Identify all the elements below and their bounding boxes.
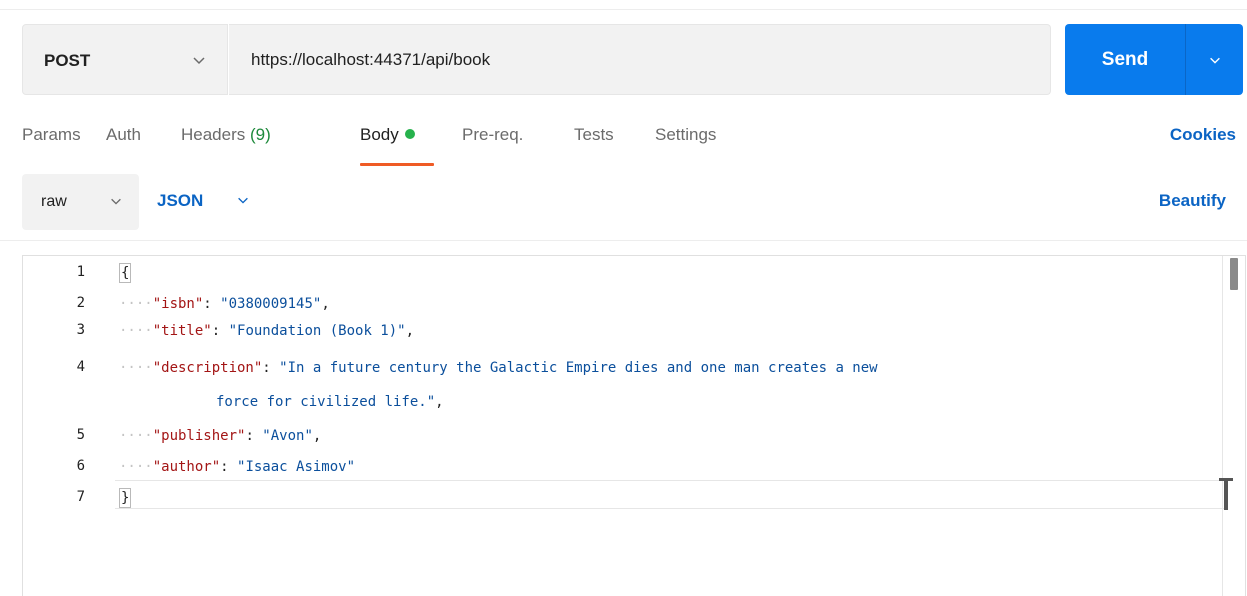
section-divider [0, 240, 1247, 241]
active-tab-indicator [360, 163, 434, 166]
method-label: POST [44, 51, 91, 70]
line-number: 7 [76, 489, 85, 505]
send-button-group: Send [1065, 24, 1243, 95]
url-input[interactable]: https://localhost:44371/api/book [229, 24, 1051, 95]
request-bar: POST https://localhost:44371/api/book Se… [22, 24, 1243, 95]
body-mode-select[interactable]: raw [22, 174, 139, 230]
open-brace: { [119, 263, 132, 283]
tab-tests[interactable]: Tests [574, 125, 614, 145]
tab-body-label: Body [360, 125, 399, 144]
code-line: ····"publisher": "Avon", [119, 428, 322, 444]
chevron-down-icon [193, 57, 205, 65]
tab-pre-request[interactable]: Pre-req. [462, 125, 523, 145]
code-line: { [119, 262, 132, 284]
send-options-button[interactable] [1186, 24, 1243, 95]
code-content: { ····"isbn": "0380009145", ····"title":… [119, 256, 1219, 596]
top-border [0, 0, 1247, 10]
chevron-down-icon [111, 198, 121, 205]
tab-params[interactable]: Params [22, 125, 81, 145]
line-number-gutter: 1 2 3 4 5 6 7 [23, 256, 115, 596]
code-editor[interactable]: 1 2 3 4 5 6 7 { ····"isbn": "0380009145"… [22, 255, 1246, 596]
chevron-down-icon [1209, 57, 1220, 64]
code-line: ····"description": "In a future century … [119, 360, 878, 376]
text-cursor-icon [1219, 478, 1233, 510]
line-number: 3 [76, 322, 85, 338]
send-button[interactable]: Send [1065, 24, 1185, 95]
code-line: ····"title": "Foundation (Book 1)", [119, 323, 415, 339]
tab-headers-label: Headers [181, 125, 246, 144]
body-mode-label: raw [41, 193, 67, 210]
chevron-down-icon[interactable] [236, 193, 250, 207]
method-select[interactable]: POST [22, 24, 228, 95]
code-line: ····"author": "Isaac Asimov" [119, 459, 356, 475]
url-text: https://localhost:44371/api/book [251, 50, 491, 69]
beautify-button[interactable]: Beautify [1159, 191, 1226, 211]
body-modified-dot [404, 129, 415, 139]
close-brace: } [119, 488, 132, 508]
line-number: 1 [76, 264, 85, 280]
tab-settings[interactable]: Settings [655, 125, 716, 145]
code-line: ····"isbn": "0380009145", [119, 296, 330, 312]
tab-auth[interactable]: Auth [106, 125, 141, 145]
cookies-link[interactable]: Cookies [1170, 125, 1236, 145]
line-number: 2 [76, 295, 85, 311]
body-format-select[interactable]: JSON [157, 191, 203, 211]
code-line: } [119, 487, 132, 509]
code-line-wrapped: force for civilized life.", [216, 394, 444, 410]
headers-count-badge: (9) [250, 125, 271, 144]
line-number: 4 [76, 359, 85, 375]
editor-scrollbar[interactable] [1222, 256, 1244, 596]
tab-headers[interactable]: Headers (9) [181, 125, 271, 145]
tab-body[interactable]: Body [360, 125, 415, 145]
line-number: 6 [76, 458, 85, 474]
scrollbar-thumb[interactable] [1230, 258, 1238, 290]
line-number: 5 [76, 427, 85, 443]
